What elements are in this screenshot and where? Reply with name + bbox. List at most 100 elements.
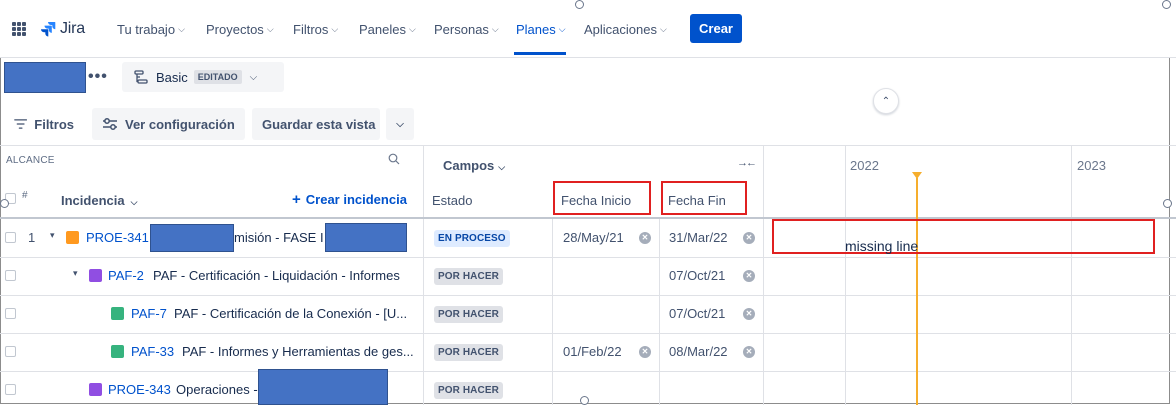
nav-label: Tu trabajo (117, 21, 176, 37)
issue-summary: PAF - Certificación - Liquidación - Info… (153, 268, 400, 283)
issue-key[interactable]: PROE-341 (86, 230, 149, 245)
row-checkbox[interactable] (5, 384, 16, 395)
clear-icon[interactable]: ✕ (743, 346, 755, 358)
nav-proyectos[interactable]: Proyectos ⌵ (206, 20, 274, 38)
chevron-down-icon: ⌵ (558, 23, 566, 34)
row-checkbox[interactable] (5, 232, 16, 243)
create-issue-button[interactable]: + Crear incidencia (292, 191, 407, 208)
resize-handle (575, 0, 584, 9)
chevron-down-icon: ⌵ (331, 23, 339, 34)
chevron-down-icon: ⌵ (408, 23, 416, 34)
issue-key[interactable]: PROE-343 (108, 382, 171, 397)
nav-personas[interactable]: Personas ⌵ (434, 20, 499, 38)
clear-icon[interactable]: ✕ (743, 270, 755, 282)
nav-filtros[interactable]: Filtros ⌵ (293, 20, 338, 38)
active-nav-indicator (514, 52, 566, 55)
start-date-value[interactable]: 01/Feb/22 (563, 344, 622, 359)
status-badge[interactable]: EN PROCESO (434, 230, 510, 247)
highlight-box-end-date (661, 181, 747, 215)
timeline-year: 2022 (850, 158, 879, 173)
view-settings-button[interactable]: Ver configuración (92, 108, 245, 140)
clear-icon[interactable]: ✕ (743, 308, 755, 320)
start-date-value[interactable]: 28/May/21 (563, 230, 624, 245)
nav-label: Aplicaciones (584, 21, 657, 37)
end-date-value[interactable]: 07/Oct/21 (669, 268, 725, 283)
more-actions-button[interactable]: ••• (88, 68, 108, 86)
table-row[interactable]: ▾ PAF-2 PAF - Certificación - Liquidació… (0, 258, 1176, 295)
filters-label: Filtros (34, 116, 74, 132)
nav-aplicaciones[interactable]: Aplicaciones ⌵ (584, 20, 667, 38)
highlight-box-missing-line (772, 219, 1155, 254)
epic-icon (66, 231, 79, 244)
status-badge[interactable]: POR HACER (434, 306, 503, 323)
issue-summary: Operaciones - (176, 382, 258, 397)
view-name: Basic (156, 69, 188, 85)
end-date-value[interactable]: 08/Mar/22 (669, 344, 728, 359)
divider (0, 145, 1176, 146)
chevron-down-icon: ⌵ (396, 118, 404, 130)
resize-handle (580, 396, 589, 405)
row-checkbox[interactable] (5, 346, 16, 357)
save-view-button[interactable]: Guardar esta vista (252, 108, 380, 140)
fields-dropdown[interactable]: Campos ⌵ (443, 158, 505, 173)
redacted-text (325, 223, 407, 252)
issue-key[interactable]: PAF-33 (131, 344, 174, 359)
logo-text: Jira (60, 20, 85, 37)
story-icon (111, 345, 124, 358)
issue-column-header[interactable]: Incidencia ⌵ (61, 193, 137, 208)
edited-badge: EDITADO (193, 70, 242, 84)
chevron-up-icon: ⌃ (881, 95, 891, 107)
timeline-year: 2023 (1077, 158, 1106, 173)
scope-label: ALCANCE (6, 155, 55, 166)
jira-logo[interactable]: Jira (40, 18, 85, 40)
fields-label: Campos (443, 158, 495, 173)
chevron-down-icon: ⌵ (491, 23, 499, 34)
resize-handle (1162, 0, 1171, 9)
apps-grid-icon[interactable] (12, 22, 26, 36)
row-checkbox[interactable] (5, 270, 16, 281)
nav-label: Planes (516, 21, 556, 37)
lightning-icon (89, 269, 102, 282)
config-label: Ver configuración (125, 116, 235, 132)
table-row[interactable]: PAF-7 PAF - Certificación de la Conexión… (0, 296, 1176, 333)
status-badge[interactable]: POR HACER (434, 344, 503, 361)
view-selector[interactable]: Basic EDITADO ⌵ (122, 62, 284, 92)
chevron-down-icon[interactable]: ▾ (73, 268, 78, 279)
issue-header-label: Incidencia (61, 193, 125, 208)
nav-tu-trabajo[interactable]: Tu trabajo ⌵ (117, 20, 185, 38)
nav-label: Personas (434, 21, 489, 37)
end-date-value[interactable]: 07/Oct/21 (669, 306, 725, 321)
clear-icon[interactable]: ✕ (639, 346, 651, 358)
status-badge[interactable]: POR HACER (434, 268, 503, 285)
issue-key[interactable]: PAF-7 (131, 306, 167, 321)
row-checkbox[interactable] (5, 308, 16, 319)
collapse-fields-icon[interactable]: →← (737, 157, 757, 169)
issue-key[interactable]: PAF-2 (108, 268, 144, 283)
nav-paneles[interactable]: Paneles ⌵ (359, 20, 416, 38)
redacted-text (150, 224, 234, 252)
nav-label: Proyectos (206, 21, 264, 37)
chevron-down-icon: ⌵ (249, 71, 258, 83)
plus-icon: + (292, 191, 301, 208)
clear-icon[interactable]: ✕ (743, 232, 755, 244)
end-date-value[interactable]: 31/Mar/22 (669, 230, 728, 245)
create-button[interactable]: Crear (690, 14, 742, 43)
resize-handle (1163, 199, 1172, 208)
save-view-dropdown[interactable]: ⌵ (386, 108, 414, 140)
table-row[interactable]: PAF-33 PAF - Informes y Herramientas de … (0, 334, 1176, 371)
redacted-plan-name (4, 62, 86, 93)
search-icon[interactable] (388, 153, 400, 165)
top-navigation: Jira Tu trabajo ⌵ Proyectos ⌵ Filtros ⌵ Pan… (0, 0, 1176, 58)
issue-summary: misión - FASE I (234, 230, 324, 245)
chevron-down-icon[interactable]: ▾ (50, 230, 55, 241)
nav-planes[interactable]: Planes ⌵ (516, 20, 566, 38)
clear-icon[interactable]: ✕ (639, 232, 651, 244)
nav-label: Paneles (359, 21, 406, 37)
filter-icon (14, 119, 28, 129)
nav-label: Filtros (293, 21, 329, 37)
chevron-down-icon: ⌵ (266, 23, 274, 34)
lightning-icon (89, 383, 102, 396)
filters-button[interactable]: Filtros (4, 108, 84, 140)
status-badge[interactable]: POR HACER (434, 382, 503, 399)
timeline-grid-line (845, 145, 846, 185)
